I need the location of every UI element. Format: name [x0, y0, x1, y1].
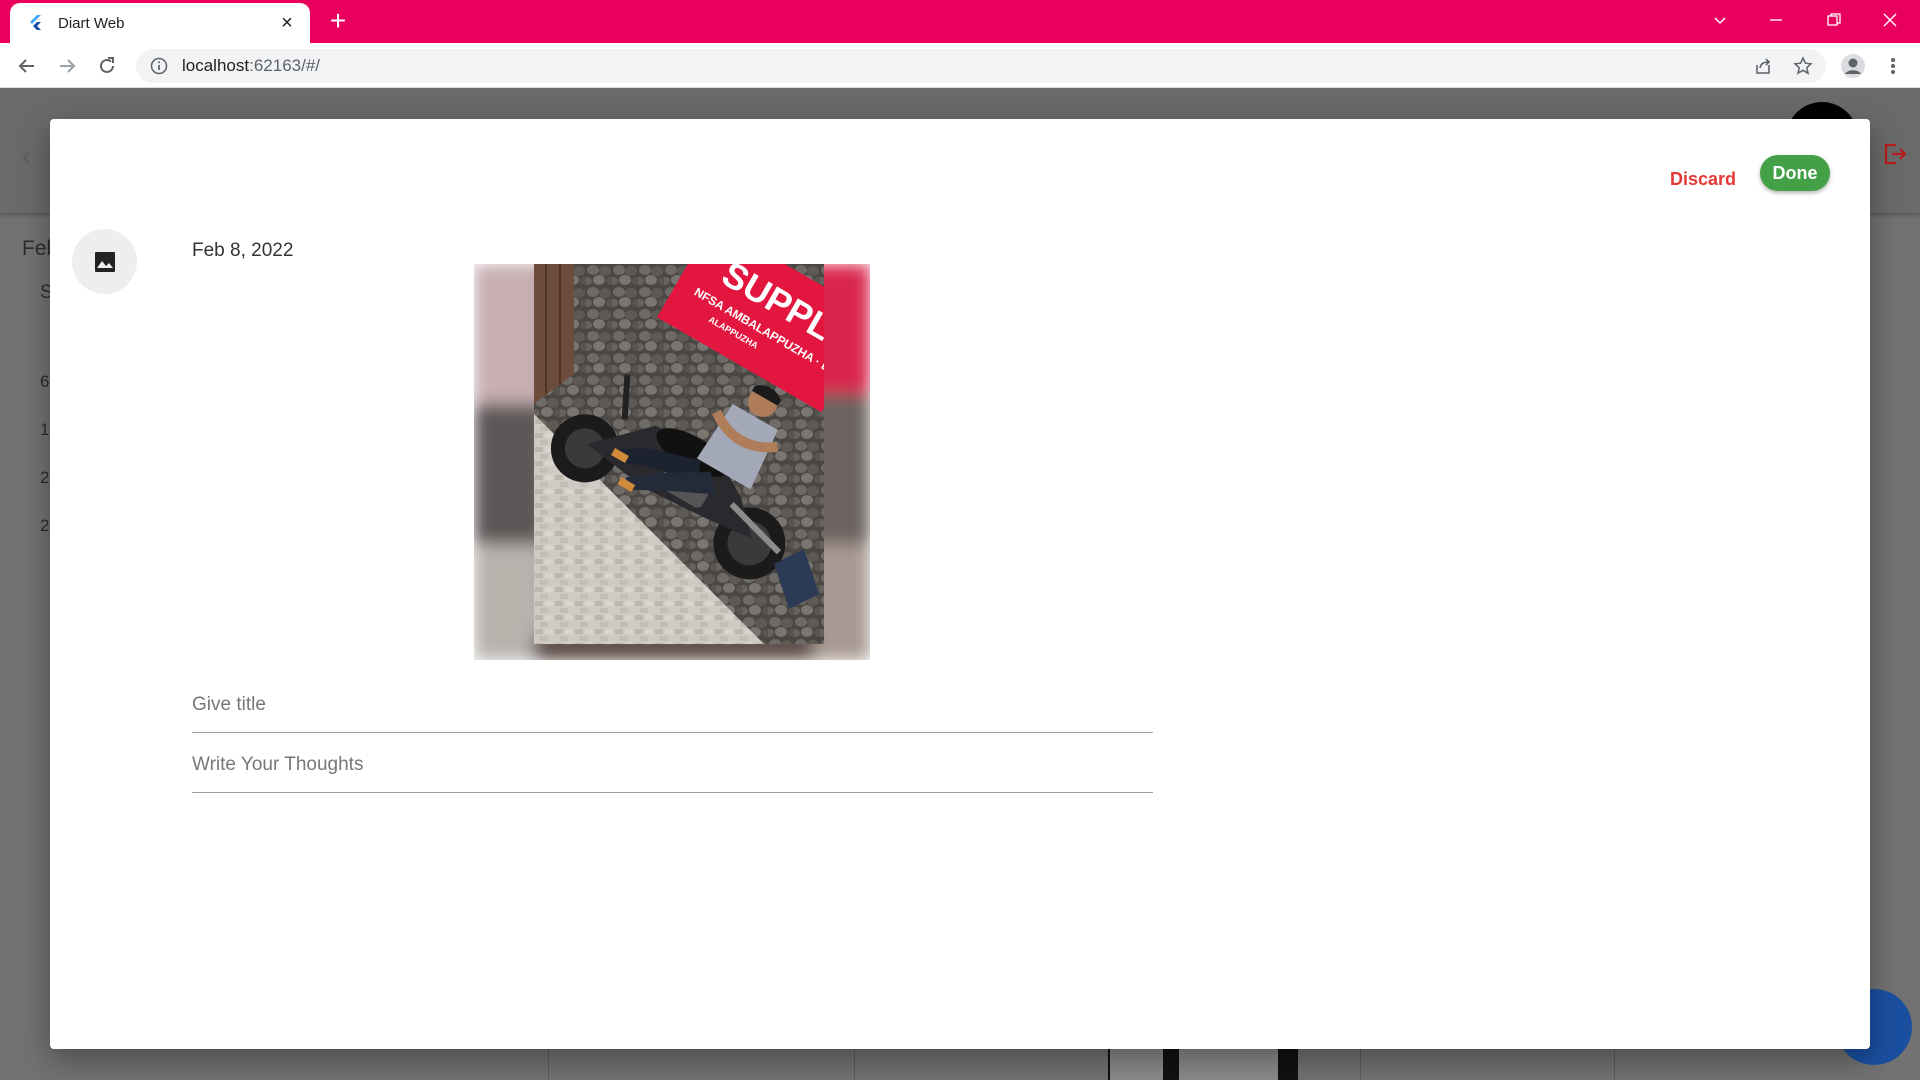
browser-tab-strip: Diart Web × + — [0, 0, 1920, 43]
browser-tab[interactable]: Diart Web × — [10, 3, 310, 43]
thoughts-input[interactable] — [192, 737, 1153, 792]
new-entry-dialog: Discard Done Feb 8, 2022 SUPPLY NFSA AMB… — [50, 119, 1870, 1049]
menu-kebab-icon[interactable] — [1878, 51, 1908, 81]
close-window-button[interactable] — [1862, 0, 1918, 40]
photo-image: SUPPLY NFSA AMBALAPPUZHA · D ALAPPUZHA — [474, 264, 870, 660]
close-tab-icon[interactable]: × — [276, 12, 298, 34]
discard-button[interactable]: Discard — [1662, 161, 1744, 197]
url-host: localhost — [182, 56, 250, 75]
calendar-week-number: 6 — [40, 372, 50, 391]
divider — [1360, 1049, 1361, 1080]
tab-search-icon[interactable] — [1692, 0, 1748, 40]
info-icon[interactable] — [150, 57, 168, 75]
flutter-icon — [30, 15, 41, 30]
entry-date: Feb 8, 2022 — [192, 240, 294, 261]
divider — [1614, 1049, 1615, 1080]
tab-title: Diart Web — [58, 14, 125, 32]
bookmark-star-icon[interactable] — [1788, 51, 1818, 81]
add-image-button[interactable] — [72, 229, 137, 294]
divider — [548, 1049, 549, 1080]
address-bar[interactable]: localhost:62163/#/ — [136, 49, 1826, 83]
browser-toolbar: localhost:62163/#/ — [0, 43, 1920, 88]
restore-button[interactable] — [1806, 0, 1862, 40]
thoughts-field[interactable] — [192, 737, 1153, 793]
minimize-button[interactable] — [1748, 0, 1804, 40]
title-input[interactable] — [192, 677, 1153, 732]
url-path: :62163/#/ — [249, 56, 321, 75]
back-button[interactable] — [12, 51, 42, 81]
entry-photo[interactable]: SUPPLY NFSA AMBALAPPUZHA · D ALAPPUZHA — [474, 264, 870, 660]
image-icon — [94, 251, 115, 272]
title-field[interactable] — [192, 677, 1153, 733]
back-arrow-icon: ‹ — [22, 141, 31, 171]
done-button[interactable]: Done — [1760, 155, 1830, 191]
logout-icon — [1884, 143, 1907, 165]
forward-button[interactable] — [52, 51, 82, 81]
divider — [854, 1049, 855, 1080]
background-thumbnail — [1108, 1049, 1298, 1080]
url-text: localhost:62163/#/ — [182, 56, 320, 76]
new-tab-button[interactable]: + — [322, 6, 354, 38]
share-icon[interactable] — [1748, 51, 1778, 81]
profile-avatar-icon[interactable] — [1838, 51, 1868, 81]
reload-button[interactable] — [92, 51, 122, 81]
